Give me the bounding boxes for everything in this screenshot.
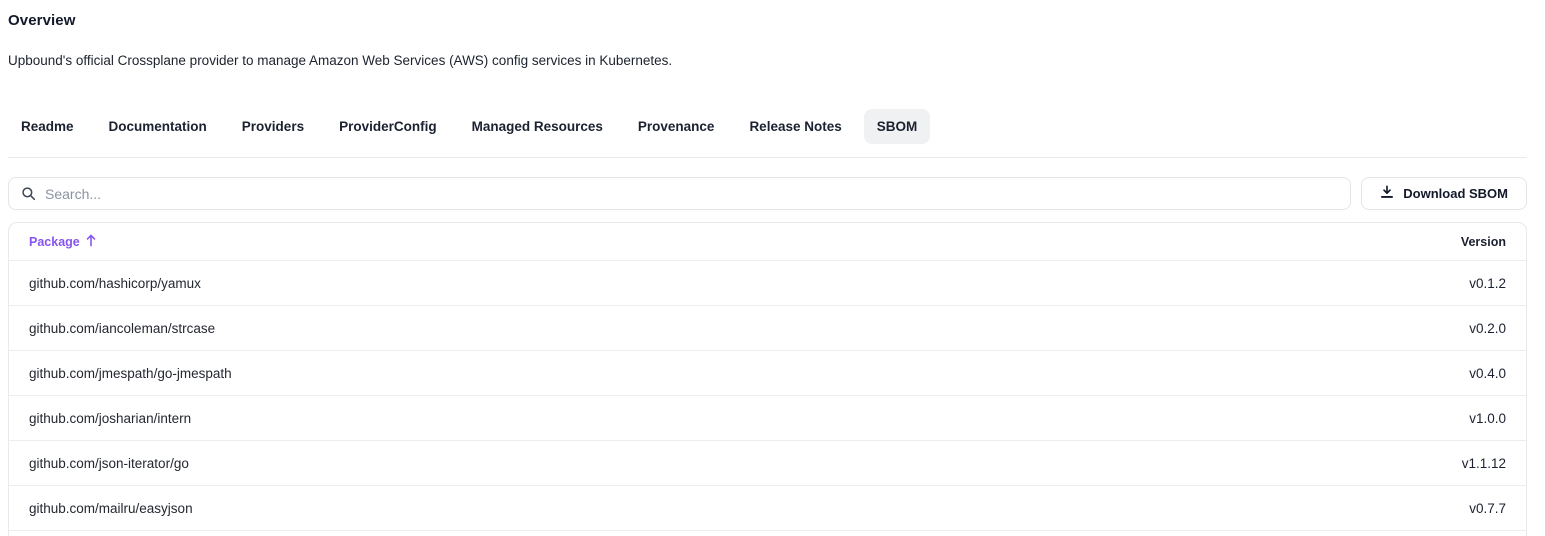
package-cell: github.com/josharian/intern: [29, 411, 191, 426]
column-header-version[interactable]: Version: [1461, 235, 1506, 249]
table-row-partial: [9, 530, 1526, 536]
search-icon: [21, 186, 36, 201]
version-cell: v1.0.0: [1469, 411, 1506, 426]
version-cell: v0.7.7: [1469, 501, 1506, 516]
package-cell: github.com/iancoleman/strcase: [29, 321, 215, 336]
tab-bar: Readme Documentation Providers ProviderC…: [8, 109, 1527, 144]
sbom-toolbar: Download SBOM: [8, 177, 1527, 210]
tab-sbom[interactable]: SBOM: [864, 109, 931, 144]
column-header-package[interactable]: Package: [29, 234, 97, 250]
page-title: Overview: [8, 0, 1527, 29]
package-description: Upbound's official Crossplane provider t…: [8, 53, 1527, 68]
tab-release-notes[interactable]: Release Notes: [736, 109, 854, 144]
table-row: github.com/josharian/intern v1.0.0: [9, 395, 1526, 440]
version-cell: v0.4.0: [1469, 366, 1506, 381]
table-row: github.com/mailru/easyjson v0.7.7: [9, 485, 1526, 530]
tab-managed-resources[interactable]: Managed Resources: [459, 109, 616, 144]
version-cell: v0.2.0: [1469, 321, 1506, 336]
sbom-table: Package Version github.com/hashicorp/yam…: [8, 222, 1527, 536]
tab-readme[interactable]: Readme: [8, 109, 87, 144]
tab-providerconfig[interactable]: ProviderConfig: [326, 109, 450, 144]
tab-provenance[interactable]: Provenance: [625, 109, 728, 144]
table-row: github.com/json-iterator/go v1.1.12: [9, 440, 1526, 485]
version-cell: v1.1.12: [1462, 456, 1506, 471]
column-header-package-label: Package: [29, 235, 80, 249]
tab-providers[interactable]: Providers: [229, 109, 317, 144]
download-sbom-button[interactable]: Download SBOM: [1361, 177, 1527, 210]
tabs-divider: [8, 157, 1527, 158]
search-input[interactable]: [45, 186, 1338, 202]
table-row: github.com/iancoleman/strcase v0.2.0: [9, 305, 1526, 350]
table-row: github.com/hashicorp/yamux v0.1.2: [9, 260, 1526, 305]
download-icon: [1380, 185, 1394, 202]
tab-documentation[interactable]: Documentation: [96, 109, 220, 144]
download-button-label: Download SBOM: [1403, 186, 1508, 201]
page-container: Overview Upbound's official Crossplane p…: [8, 0, 1527, 536]
table-row: github.com/jmespath/go-jmespath v0.4.0: [9, 350, 1526, 395]
package-cell: github.com/hashicorp/yamux: [29, 276, 201, 291]
version-cell: v0.1.2: [1469, 276, 1506, 291]
sort-ascending-icon: [85, 234, 97, 250]
package-cell: github.com/mailru/easyjson: [29, 501, 193, 516]
package-cell: github.com/jmespath/go-jmespath: [29, 366, 232, 381]
package-cell: github.com/json-iterator/go: [29, 456, 189, 471]
search-box[interactable]: [8, 177, 1351, 210]
table-header-row: Package Version: [9, 223, 1526, 260]
